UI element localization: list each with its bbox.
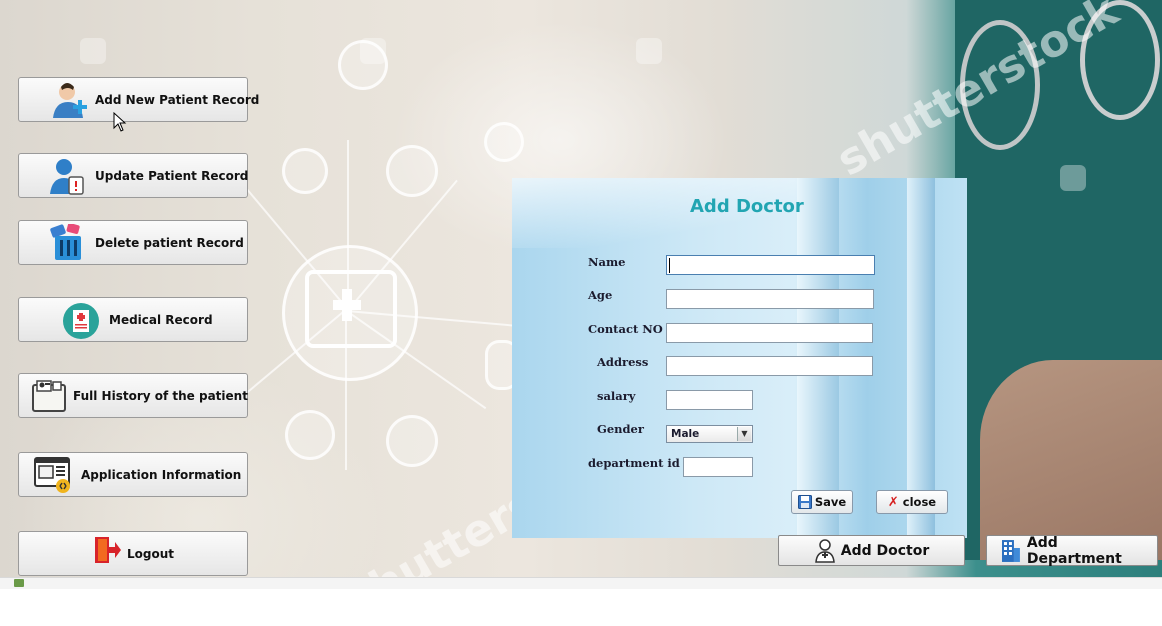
update-patient-icon xyxy=(47,157,89,195)
dropdown-arrow-icon[interactable]: ▼ xyxy=(737,427,751,441)
mouse-cursor-icon xyxy=(113,112,127,132)
clipboard-node-icon xyxy=(386,415,438,467)
contact-input[interactable] xyxy=(666,323,873,343)
heart-node-icon xyxy=(282,148,328,194)
doctor-icon xyxy=(814,538,835,563)
microscope-node-icon xyxy=(338,40,388,90)
status-bar xyxy=(0,577,1162,589)
logout-button[interactable]: Logout xyxy=(18,531,248,576)
gender-label: Gender xyxy=(597,422,644,436)
save-label: Save xyxy=(814,495,847,509)
save-button[interactable]: Save xyxy=(791,490,853,514)
dialog-title: Add Doctor xyxy=(690,196,804,217)
medical-record-label: Medical Record xyxy=(109,312,213,327)
add-department-label: Add Department xyxy=(1026,534,1122,567)
address-label: Address xyxy=(597,355,649,369)
building-icon xyxy=(1001,539,1020,562)
address-input[interactable] xyxy=(666,356,873,376)
delete-patient-record-label: Delete patient Record xyxy=(95,235,244,250)
save-disk-icon xyxy=(797,495,812,509)
application-information-label: Application Information xyxy=(81,467,242,482)
application-code-icon xyxy=(33,456,75,494)
salary-input[interactable] xyxy=(666,390,753,410)
contact-label: Contact NO xyxy=(588,322,663,336)
watermark-square xyxy=(80,38,106,64)
full-history-label: Full History of the patient xyxy=(73,388,248,403)
logout-door-icon xyxy=(93,535,121,573)
gender-selected-value: Male xyxy=(671,428,700,440)
application-information-button[interactable]: Application Information xyxy=(18,452,248,497)
age-label: Age xyxy=(588,288,613,302)
salary-label: salary xyxy=(597,389,636,403)
medical-record-icon xyxy=(61,301,103,339)
text-caret xyxy=(669,258,670,273)
add-department-button[interactable]: Add Department xyxy=(986,534,1158,567)
logout-label: Logout xyxy=(127,546,175,561)
gender-select[interactable]: Male ▼ xyxy=(666,425,753,443)
close-x-icon: ✗ xyxy=(887,494,899,510)
update-patient-record-label: Update Patient Record xyxy=(95,168,249,183)
add-doctor-label: Add Doctor xyxy=(840,542,930,559)
full-history-button[interactable]: Full History of the patient xyxy=(18,373,248,418)
medical-cross-icon xyxy=(333,289,361,321)
update-patient-record-button[interactable]: Update Patient Record xyxy=(18,153,248,198)
department-id-input[interactable] xyxy=(683,457,753,477)
add-patient-record-button[interactable]: Add New Patient Record xyxy=(18,77,259,122)
no-entry-node-icon xyxy=(386,145,438,197)
delete-trash-icon xyxy=(47,222,89,262)
stethoscope-node-icon xyxy=(484,122,524,162)
bandage-node-icon xyxy=(285,410,335,460)
dialog-background-pillar xyxy=(907,178,935,538)
medical-record-button[interactable]: Medical Record xyxy=(18,297,248,342)
add-patient-icon xyxy=(47,81,89,119)
name-label: Name xyxy=(588,255,626,269)
add-doctor-button[interactable]: Add Doctor xyxy=(778,535,965,566)
age-input[interactable] xyxy=(666,289,874,309)
watermark-square xyxy=(636,38,662,64)
department-id-label: department id xyxy=(588,456,680,470)
add-patient-record-label: Add New Patient Record xyxy=(95,92,260,107)
watermark-square xyxy=(1060,165,1086,191)
doctor-arm-image xyxy=(980,360,1162,560)
name-input[interactable] xyxy=(666,255,875,275)
app-status-icon xyxy=(14,579,24,587)
delete-patient-record-button[interactable]: Delete patient Record xyxy=(18,220,248,265)
history-card-icon xyxy=(31,377,67,415)
close-label: close xyxy=(902,495,937,509)
close-button[interactable]: ✗ close xyxy=(876,490,948,514)
